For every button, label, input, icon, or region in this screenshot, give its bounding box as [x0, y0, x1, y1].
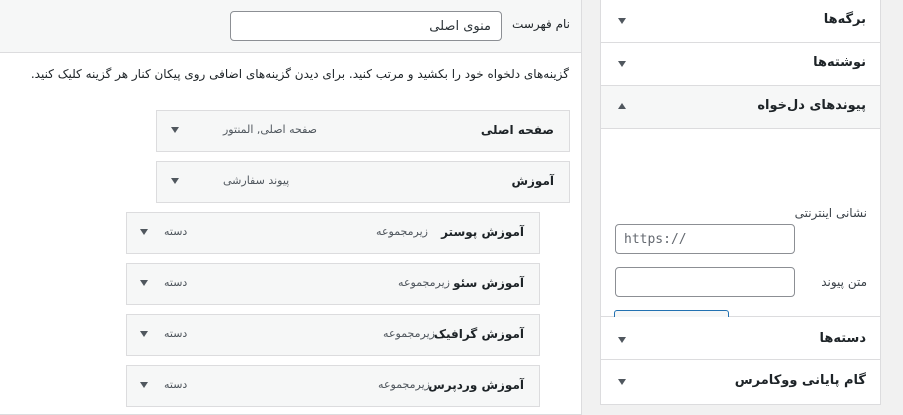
accordion-section-posts[interactable]: نوشته‌ها: [601, 43, 880, 86]
accordion-section-pages[interactable]: برگه‌ها: [601, 0, 880, 43]
menu-name-input[interactable]: [230, 11, 502, 41]
accordion-title: برگه‌ها: [823, 12, 866, 27]
menu-item-title: آموزش گرافیک: [433, 327, 524, 341]
triangle-down-icon[interactable]: [140, 280, 148, 286]
accordion-title: گام پایانی ووکامرس: [734, 373, 866, 388]
triangle-down-icon[interactable]: [140, 229, 148, 235]
menu-name-label: نام فهرست: [512, 17, 570, 31]
drag-instructions: گزینه‌های دلخواه خود را بکشید و مرتب کنی…: [30, 67, 569, 81]
menu-item-type: دسته: [164, 327, 188, 340]
triangle-down-icon[interactable]: [618, 61, 626, 67]
menu-item-title: آموزش وردپرس: [428, 378, 524, 392]
menu-item-type: پیوند سفارشی: [223, 174, 290, 187]
accordion-title: دسته‌ها: [819, 331, 866, 346]
add-menu-items-accordion: برگه‌ها نوشته‌ها پیوندهای دل‌خواه نشانی …: [600, 0, 881, 405]
accordion-title: پیوندهای دل‌خواه: [757, 98, 866, 113]
accordion-section-woocommerce-endpoints[interactable]: گام پایانی ووکامرس: [601, 360, 880, 403]
custom-links-form: نشانی اینترنتی متن پیوند افزودن به فهرست: [601, 129, 880, 340]
menu-item-home[interactable]: صفحه اصلی صفحه اصلی, المنتور: [156, 110, 570, 152]
menu-item-subitem-label: زیرمجموعه: [376, 225, 428, 238]
link-text-label: متن پیوند: [821, 275, 867, 289]
menu-item-seo-training[interactable]: آموزش سئو زیرمجموعه دسته: [126, 263, 540, 305]
accordion-section-categories[interactable]: دسته‌ها: [601, 317, 880, 360]
menu-item-type: دسته: [164, 276, 188, 289]
accordion-section-custom-links[interactable]: پیوندهای دل‌خواه: [601, 86, 880, 129]
triangle-down-icon[interactable]: [140, 331, 148, 337]
menu-item-subitem-label: زیرمجموعه: [398, 276, 450, 289]
link-text-input[interactable]: [615, 267, 795, 297]
triangle-down-icon[interactable]: [140, 382, 148, 388]
menu-item-type: دسته: [164, 225, 188, 238]
menu-item-title: آموزش پوستر: [441, 225, 524, 239]
triangle-down-icon[interactable]: [171, 127, 179, 133]
menu-item-type: صفحه اصلی, المنتور: [223, 123, 317, 136]
menu-header: نام فهرست: [0, 0, 581, 53]
triangle-down-icon[interactable]: [171, 178, 179, 184]
url-input[interactable]: [615, 224, 795, 254]
menu-item-poster-training[interactable]: آموزش پوستر زیرمجموعه دسته: [126, 212, 540, 254]
menu-item-title: آموزش: [511, 174, 554, 188]
triangle-up-icon[interactable]: [618, 103, 626, 109]
menu-item-title: صفحه اصلی: [480, 123, 554, 137]
menu-item-wordpress-training[interactable]: آموزش وردپرس زیرمجموعه دسته: [126, 365, 540, 407]
menu-item-title: آموزش سئو: [453, 276, 524, 290]
accordion-title: نوشته‌ها: [813, 55, 866, 70]
triangle-down-icon[interactable]: [618, 18, 626, 24]
menu-item-graphic-training[interactable]: آموزش گرافیک زیرمجموعه دسته: [126, 314, 540, 356]
menu-structure-panel: نام فهرست گزینه‌های دلخواه خود را بکشید …: [0, 0, 582, 415]
menu-item-type: دسته: [164, 378, 188, 391]
url-label: نشانی اینترنتی: [794, 206, 867, 220]
menu-item-subitem-label: زیرمجموعه: [383, 327, 435, 340]
menu-item-training[interactable]: آموزش پیوند سفارشی: [156, 161, 570, 203]
menu-item-subitem-label: زیرمجموعه: [378, 378, 430, 391]
triangle-down-icon[interactable]: [618, 337, 626, 343]
triangle-down-icon[interactable]: [618, 379, 626, 385]
